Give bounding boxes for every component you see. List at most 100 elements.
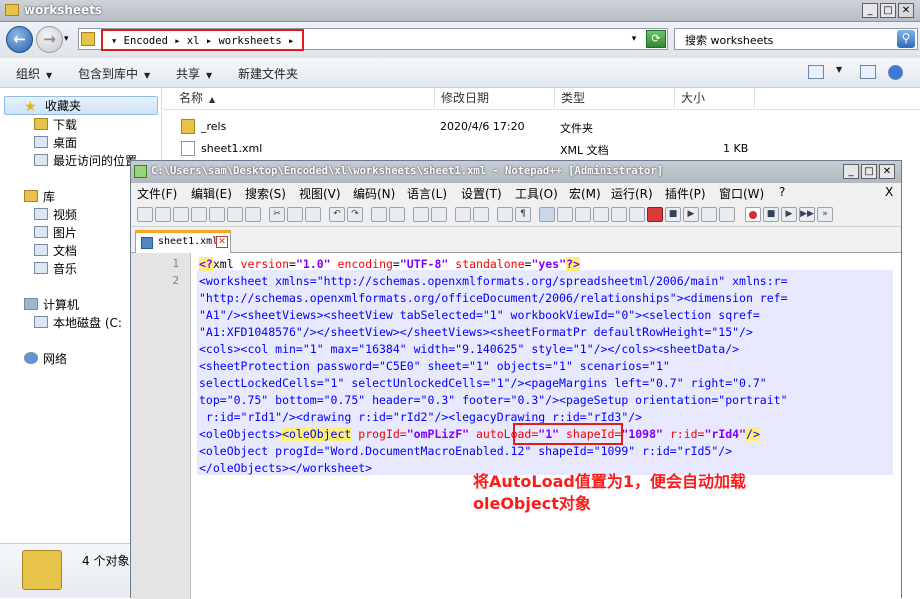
view-options-icon[interactable]	[808, 65, 824, 79]
nav-item-computer[interactable]: 计算机	[24, 296, 79, 313]
maximize-button[interactable]: □	[880, 3, 896, 18]
help-icon[interactable]	[888, 65, 903, 80]
nav-item-pictures[interactable]: 图片	[34, 224, 77, 241]
replace-icon[interactable]	[389, 207, 405, 222]
include-in-library-button[interactable]: 包含到库中 ▼	[78, 65, 150, 82]
find-icon[interactable]	[371, 207, 387, 222]
menu-close-doc[interactable]: X	[885, 185, 893, 199]
record-icon[interactable]	[745, 207, 761, 222]
nav-item-local-disk[interactable]: 本地磁盘 (C:	[34, 314, 122, 331]
paste-icon[interactable]	[305, 207, 321, 222]
nav-item-library[interactable]: 库	[24, 188, 55, 205]
minimize-button[interactable]: _	[862, 3, 878, 18]
autoload-highlight-box	[513, 423, 623, 445]
menu-language[interactable]: 语言(L)	[407, 185, 447, 202]
minimize-button[interactable]: _	[843, 164, 859, 179]
menu-plugins[interactable]: 插件(P)	[665, 185, 706, 202]
doc-map-icon[interactable]	[575, 207, 591, 222]
zoom-out-icon[interactable]	[431, 207, 447, 222]
function-list-icon[interactable]	[593, 207, 609, 222]
code-line: selectLockedCells="1" selectUnlockedCell…	[199, 376, 767, 390]
back-button[interactable]: ←	[6, 26, 33, 53]
open-file-icon[interactable]	[155, 207, 171, 222]
new-folder-button[interactable]: 新建文件夹	[238, 65, 298, 82]
column-type[interactable]: 类型	[555, 88, 675, 110]
close-button[interactable]: ✕	[898, 3, 914, 18]
column-modified[interactable]: 修改日期	[435, 88, 555, 110]
fast-play-icon[interactable]: ▶▶	[799, 207, 815, 222]
file-row[interactable]: _rels 2020/4/6 17:20 文件夹	[163, 116, 920, 138]
redo-icon[interactable]: ↷	[347, 207, 363, 222]
close-all-icon[interactable]	[227, 207, 243, 222]
user-language-icon[interactable]	[557, 207, 573, 222]
close-button[interactable]: ✕	[879, 164, 895, 179]
save-all-icon[interactable]	[191, 207, 207, 222]
breadcrumb[interactable]: ▾ Encoded ▸ xl ▸ worksheets ▸	[101, 29, 305, 51]
nav-item-network[interactable]: 网络	[24, 350, 67, 367]
view-dropdown-icon[interactable]: ▼	[836, 65, 842, 74]
computer-icon	[24, 298, 38, 310]
play-icon[interactable]: ▶	[781, 207, 797, 222]
nav-item-desktop[interactable]: 桌面	[34, 134, 77, 151]
close-file-icon[interactable]	[209, 207, 225, 222]
refresh-button[interactable]: ⟳	[646, 30, 666, 48]
nav-item-documents[interactable]: 文档	[34, 242, 77, 259]
menu-window[interactable]: 窗口(W)	[719, 185, 764, 202]
menu-file[interactable]: 文件(F)	[137, 185, 177, 202]
save-macro-icon[interactable]	[719, 207, 735, 222]
folder-workspace-icon[interactable]	[611, 207, 627, 222]
file-name: _rels	[201, 120, 227, 133]
history-dropdown-icon[interactable]: ▾	[64, 34, 69, 44]
menu-view[interactable]: 视图(V)	[299, 185, 341, 202]
notepadpp-window: C:\Users\sam\Desktop\Encoded\xl\workshee…	[130, 160, 902, 599]
nav-item-music[interactable]: 音乐	[34, 260, 77, 277]
menu-settings[interactable]: 设置(T)	[461, 185, 502, 202]
zoom-in-icon[interactable]	[413, 207, 429, 222]
stop-icon[interactable]: ■	[763, 207, 779, 222]
word-wrap-icon[interactable]	[497, 207, 513, 222]
share-button[interactable]: 共享 ▼	[176, 65, 212, 82]
copy-icon[interactable]	[287, 207, 303, 222]
nav-item-recent[interactable]: 最近访问的位置	[34, 152, 137, 169]
stop-macro-icon[interactable]: ■	[665, 207, 681, 222]
sync-vertical-icon[interactable]	[455, 207, 471, 222]
tab-sheet1-xml[interactable]: sheet1.xml ✕	[135, 230, 231, 253]
menu-edit[interactable]: 编辑(E)	[191, 185, 232, 202]
new-file-icon[interactable]	[137, 207, 153, 222]
print-icon[interactable]	[245, 207, 261, 222]
sync-horizontal-icon[interactable]	[473, 207, 489, 222]
address-input[interactable]: ▾ Encoded ▸ xl ▸ worksheets ▸ ▾	[78, 28, 668, 51]
menu-run[interactable]: 运行(R)	[611, 185, 653, 202]
menu-help[interactable]: ?	[779, 185, 785, 199]
nav-item-favorites[interactable]: ★ 收藏夹	[24, 97, 81, 115]
nav-item-videos[interactable]: 视频	[34, 206, 77, 223]
close-tab-icon[interactable]: ✕	[216, 236, 228, 248]
cut-icon[interactable]: ✂	[269, 207, 285, 222]
preview-pane-icon[interactable]	[860, 65, 876, 79]
forward-button[interactable]: →	[36, 26, 63, 53]
menu-tools[interactable]: 工具(O)	[515, 185, 558, 202]
show-all-chars-icon[interactable]: ¶	[515, 207, 531, 222]
run-macro-multiple-icon[interactable]	[701, 207, 717, 222]
search-input[interactable]: 搜索 worksheets ⚲	[674, 28, 918, 50]
nav-item-downloads[interactable]: 下载	[34, 116, 77, 133]
record-macro-icon[interactable]	[647, 207, 663, 222]
tab-bar: sheet1.xml ✕	[131, 227, 901, 253]
organize-button[interactable]: 组织 ▼	[16, 65, 52, 82]
more-tools-icon[interactable]: »	[817, 207, 833, 222]
editor-area[interactable]: 1 2 <?xml version="1.0" encoding="UTF-8"…	[131, 253, 901, 599]
address-dropdown-icon[interactable]: ▾	[627, 31, 641, 47]
menu-search[interactable]: 搜索(S)	[245, 185, 286, 202]
menu-encoding[interactable]: 编码(N)	[353, 185, 395, 202]
play-macro-icon[interactable]: ▶	[683, 207, 699, 222]
save-icon[interactable]	[173, 207, 189, 222]
indent-guide-icon[interactable]	[539, 207, 555, 222]
column-size[interactable]: 大小	[675, 88, 755, 110]
menu-macro[interactable]: 宏(M)	[569, 185, 601, 202]
monitoring-icon[interactable]	[629, 207, 645, 222]
file-row[interactable]: sheet1.xml XML 文档 1 KB	[163, 138, 920, 160]
maximize-button[interactable]: □	[861, 164, 877, 179]
search-icon[interactable]: ⚲	[897, 30, 915, 48]
undo-icon[interactable]: ↶	[329, 207, 345, 222]
column-name[interactable]: 名称 ▲	[163, 88, 435, 110]
